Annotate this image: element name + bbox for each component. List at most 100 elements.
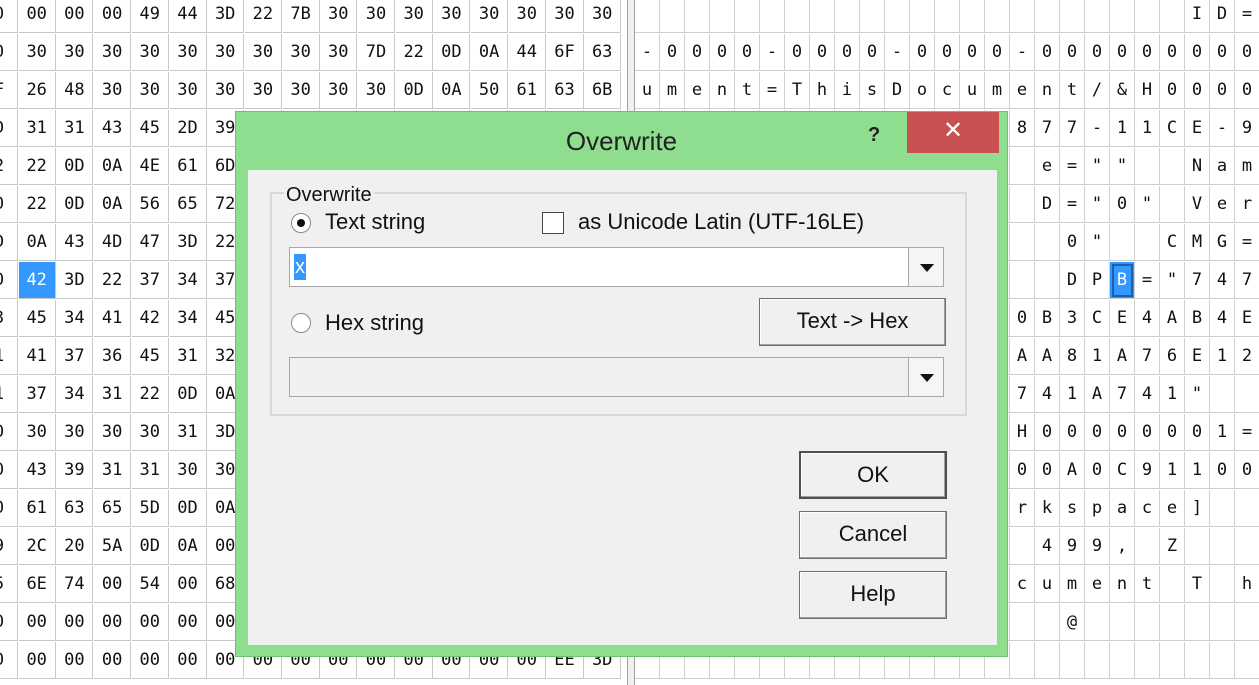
hex-byte-cell[interactable]: 34 <box>56 300 94 337</box>
help-question-icon[interactable]: ? <box>868 124 880 147</box>
text-char-cell[interactable] <box>1010 528 1035 565</box>
hex-byte-cell[interactable]: 31 <box>131 452 169 489</box>
text-char-cell[interactable] <box>1135 528 1160 565</box>
text-char-cell[interactable]: 0 <box>660 34 685 71</box>
text-char-cell[interactable] <box>1010 186 1035 223</box>
text-char-cell[interactable]: 0 <box>1010 452 1035 489</box>
hex-byte-cell[interactable]: 65 <box>169 186 207 223</box>
hex-byte-cell[interactable]: 30 <box>18 34 56 71</box>
text-char-cell[interactable]: 0 <box>1060 414 1085 451</box>
hex-string-radio[interactable] <box>291 313 311 333</box>
text-char-cell[interactable]: t <box>735 72 760 109</box>
hex-byte-cell[interactable]: 34 <box>169 300 207 337</box>
hex-byte-cell[interactable]: 5A <box>94 528 132 565</box>
text-char-cell[interactable] <box>1035 604 1060 641</box>
hex-byte-cell[interactable]: 30 <box>56 34 94 71</box>
text-char-cell[interactable] <box>1135 148 1160 185</box>
hex-byte-cell[interactable]: 0D <box>56 148 94 185</box>
text-char-cell[interactable]: u <box>960 72 985 109</box>
text-char-cell[interactable]: " <box>1085 224 1110 261</box>
text-char-cell[interactable] <box>1060 0 1085 33</box>
text-char-cell[interactable]: 1 <box>1085 338 1110 375</box>
text-char-cell[interactable]: P <box>1085 262 1110 299</box>
text-char-cell[interactable] <box>1210 566 1235 603</box>
text-char-cell[interactable]: 0 <box>1035 414 1060 451</box>
text-char-cell[interactable]: 3 <box>1060 300 1085 337</box>
text-char-cell[interactable]: 2 <box>1235 338 1259 375</box>
hex-byte-cell[interactable]: 30 <box>207 34 245 71</box>
text-char-cell[interactable] <box>635 0 660 33</box>
hex-byte-cell[interactable]: 1 <box>0 338 18 375</box>
hex-byte-cell[interactable]: 00 <box>18 0 56 33</box>
hex-byte-cell[interactable]: 49 <box>131 0 169 33</box>
hex-byte-cell[interactable]: 31 <box>94 376 132 413</box>
hex-byte-cell[interactable]: 43 <box>94 110 132 147</box>
text-char-cell[interactable]: s <box>1060 490 1085 527</box>
text-char-cell[interactable]: s <box>860 72 885 109</box>
text-char-cell[interactable]: / <box>1085 72 1110 109</box>
text-char-cell[interactable]: A <box>1010 338 1035 375</box>
hex-byte-cell[interactable]: 00 <box>94 566 132 603</box>
text-char-cell[interactable]: m <box>1060 566 1085 603</box>
text-char-cell[interactable]: 0 <box>1035 34 1060 71</box>
text-string-label[interactable]: Text string <box>325 209 425 235</box>
text-char-cell[interactable]: = <box>1060 148 1085 185</box>
hex-string-input[interactable] <box>289 357 911 397</box>
hex-byte-cell[interactable]: 30 <box>508 0 546 33</box>
hex-byte-cell[interactable]: 0 <box>0 452 18 489</box>
hex-byte-cell[interactable]: 36 <box>94 338 132 375</box>
text-char-cell[interactable]: k <box>1035 490 1060 527</box>
text-char-cell[interactable]: - <box>760 34 785 71</box>
text-char-cell[interactable]: a <box>1210 148 1235 185</box>
text-char-cell[interactable]: 7 <box>1135 338 1160 375</box>
text-char-cell[interactable]: & <box>1110 72 1135 109</box>
hex-byte-cell[interactable]: 0A <box>94 148 132 185</box>
hex-byte-cell[interactable]: 30 <box>471 0 509 33</box>
text-char-cell[interactable] <box>810 0 835 33</box>
hex-byte-cell[interactable]: 00 <box>94 604 132 641</box>
text-char-cell[interactable]: m <box>1235 148 1259 185</box>
text-char-cell[interactable]: 0 <box>1035 452 1060 489</box>
text-char-cell[interactable] <box>1010 262 1035 299</box>
close-button[interactable]: ✕ <box>907 112 999 153</box>
hex-byte-cell[interactable]: 22 <box>94 262 132 299</box>
text-char-cell[interactable] <box>1010 0 1035 33</box>
text-char-cell[interactable] <box>735 0 760 33</box>
text-char-cell[interactable] <box>660 0 685 33</box>
text-char-cell[interactable] <box>1085 0 1110 33</box>
hex-byte-cell[interactable]: 0 <box>0 604 18 641</box>
hex-byte-cell[interactable]: 31 <box>18 110 56 147</box>
text-char-cell[interactable] <box>1210 490 1235 527</box>
text-char-cell[interactable]: 1 <box>1110 110 1135 147</box>
hex-byte-cell[interactable]: 4D <box>94 224 132 261</box>
text-char-cell[interactable] <box>1035 642 1060 679</box>
text-char-cell[interactable] <box>985 0 1010 33</box>
text-char-cell[interactable] <box>1135 0 1160 33</box>
text-char-cell[interactable] <box>1235 604 1259 641</box>
text-char-cell[interactable] <box>1135 642 1160 679</box>
hex-byte-cell[interactable]: 41 <box>18 338 56 375</box>
text-char-cell[interactable] <box>1010 224 1035 261</box>
text-char-cell[interactable]: 0 <box>1235 72 1259 109</box>
text-char-cell[interactable]: r <box>1235 186 1259 223</box>
hex-byte-cell[interactable]: 9 <box>0 528 18 565</box>
text-char-cell[interactable] <box>1185 604 1210 641</box>
text-char-cell[interactable]: E <box>1185 110 1210 147</box>
hex-byte-cell[interactable]: 0 <box>0 262 18 299</box>
text-char-cell[interactable] <box>885 0 910 33</box>
hex-byte-cell[interactable]: 5 <box>0 566 18 603</box>
text-char-cell[interactable] <box>1210 604 1235 641</box>
hex-byte-cell[interactable]: 0D <box>433 34 471 71</box>
text-char-cell[interactable]: 0 <box>960 34 985 71</box>
text-char-cell[interactable]: 0 <box>1110 34 1135 71</box>
unicode-checkbox[interactable] <box>542 212 564 234</box>
text-char-cell[interactable] <box>1110 224 1135 261</box>
hex-byte-cell[interactable]: 30 <box>546 0 584 33</box>
hex-byte-cell[interactable]: 30 <box>320 0 358 33</box>
text-char-cell[interactable]: 4 <box>1135 376 1160 413</box>
hex-byte-cell[interactable]: 3D <box>56 262 94 299</box>
hex-byte-cell[interactable]: 30 <box>395 0 433 33</box>
text-char-cell[interactable] <box>1010 148 1035 185</box>
text-char-cell[interactable]: = <box>1235 0 1259 33</box>
text-char-cell[interactable] <box>1185 528 1210 565</box>
